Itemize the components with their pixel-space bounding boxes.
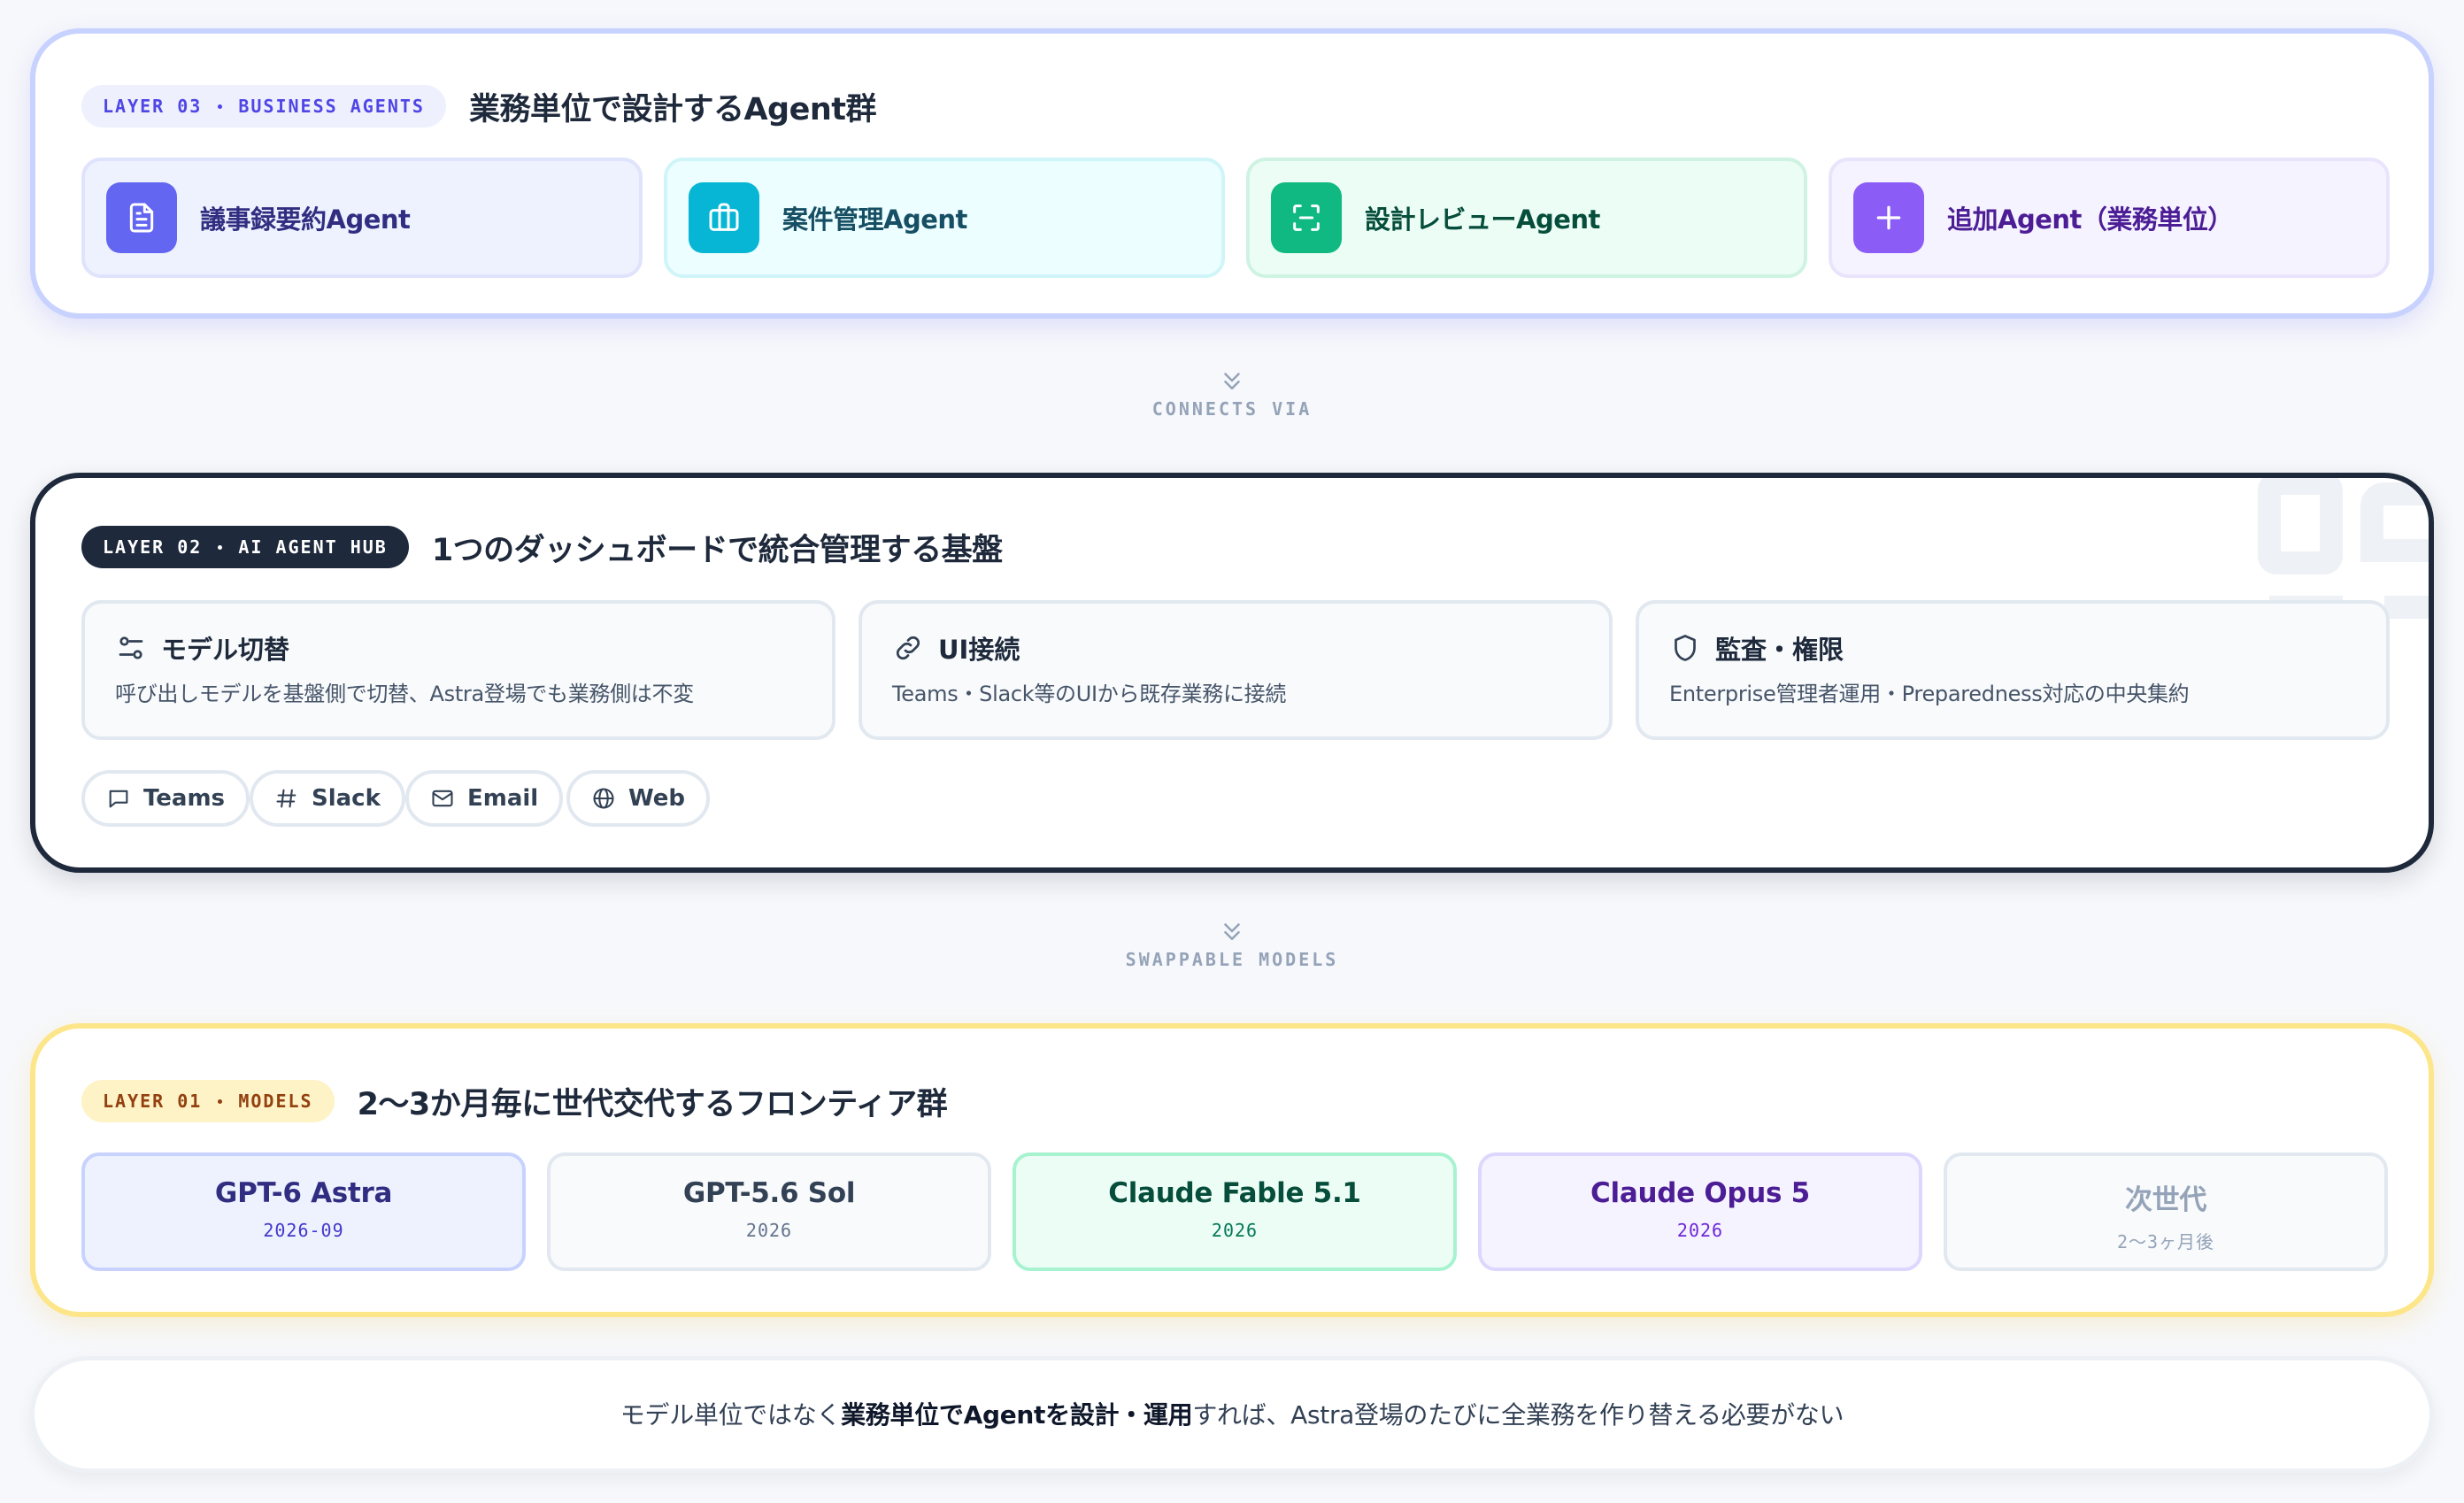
link-icon [896, 636, 920, 660]
feature-title: 監査・権限 [1715, 635, 1844, 665]
layer-03-badge: LAYER 03 BUSINESS AGENTS [81, 85, 446, 127]
layer-01-card: LAYER 01 MODELS 2〜3か月毎に世代交代するフロンティア群 GPT-… [30, 1023, 2434, 1317]
model-date: 2026 [1676, 1220, 1724, 1241]
connector-swappable-models: SWAPPABLE MODELS [0, 917, 2464, 970]
switch-icon [119, 636, 143, 659]
shield-icon [1675, 635, 1696, 661]
model-card-claude-opus[interactable]: Claude Opus 5 2026 [1478, 1152, 1922, 1271]
feature-title: モデル切替 [161, 635, 290, 665]
feature-description: 呼び出しモデルを基盤側で切替、Astra登場でも業務側は不変 [115, 682, 694, 706]
feature-card-model-switch: モデル切替 呼び出しモデルを基盤側で切替、Astra登場でも業務側は不変 [81, 600, 835, 740]
channel-label: Slack [312, 785, 381, 812]
mail-icon [432, 790, 453, 807]
agent-label: 案件管理Agent [782, 204, 967, 235]
model-name: Claude Fable 5.1 [1108, 1177, 1361, 1209]
model-name: GPT-6 Astra [214, 1177, 393, 1209]
model-date: 2026-09 [263, 1220, 344, 1241]
layer-01-title: 2〜3か月毎に世代交代するフロンティア群 [357, 1086, 948, 1122]
agent-label: 追加Agent（業務単位） [1947, 204, 2233, 235]
channel-chip-slack[interactable]: Slack [250, 770, 405, 827]
agent-card-minutes[interactable]: 議事録要約Agent [81, 158, 643, 278]
connector-connects-via: CONNECTS VIA [0, 366, 2464, 420]
layer-02-card: LAYER 02 AI AGENT HUB 1つのダッシュボードで統合管理する基盤… [30, 473, 2434, 873]
layer-03-header: LAYER 03 BUSINESS AGENTS 業務単位で設計するAgent群 [81, 85, 876, 127]
agent-card-project[interactable]: 案件管理Agent [664, 158, 1225, 278]
hash-icon [276, 789, 296, 808]
feature-title: UI接続 [938, 635, 1020, 665]
layer-03-title: 業務単位で設計するAgent群 [468, 91, 877, 127]
connector-label: CONNECTS VIA [1151, 398, 1313, 420]
connector-label: SWAPPABLE MODELS [1125, 949, 1339, 970]
feature-description: Enterprise管理者運用・Preparedness対応の中央集約 [1669, 682, 2190, 706]
model-card-claude-fable[interactable]: Claude Fable 5.1 2026 [1013, 1152, 1457, 1271]
chat-icon [109, 790, 128, 808]
channel-chip-teams[interactable]: Teams [81, 770, 250, 827]
plus-icon [1853, 182, 1924, 253]
summary-text: モデル単位ではなく業務単位でAgentを設計・運用すれば、Astra登場のたびに… [620, 1400, 1844, 1430]
feature-description: Teams・Slack等のUIから既存業務に接続 [892, 682, 1287, 706]
model-date: 2026 [1211, 1220, 1259, 1241]
model-name: 次世代 [2124, 1184, 2207, 1216]
channel-label: Teams [143, 785, 226, 812]
scan-icon [1271, 182, 1342, 253]
layer-01-badge: LAYER 01 MODELS [81, 1080, 335, 1122]
model-date: 2026 [745, 1220, 793, 1241]
channel-label: Email [467, 785, 539, 812]
channel-chip-web[interactable]: Web [566, 770, 710, 827]
agent-card-design-review[interactable]: 設計レビューAgent [1246, 158, 1807, 278]
summary-banner: モデル単位ではなく業務単位でAgentを設計・運用すれば、Astra登場のたびに… [30, 1356, 2434, 1473]
model-date: 2〜3ヶ月後 [2116, 1231, 2215, 1252]
feature-card-audit: 監査・権限 Enterprise管理者運用・Preparedness対応の中央集… [1636, 600, 2390, 740]
model-card-next-gen[interactable]: 次世代 2〜3ヶ月後 [1944, 1152, 2388, 1271]
agent-label: 議事録要約Agent [200, 204, 411, 235]
briefcase-icon [689, 182, 759, 253]
model-card-gpt56-sol[interactable]: GPT-5.6 Sol 2026 [547, 1152, 991, 1271]
agent-label: 設計レビューAgent [1365, 204, 1600, 235]
channel-chip-email[interactable]: Email [405, 770, 564, 827]
layer-02-header: LAYER 02 AI AGENT HUB 1つのダッシュボードで統合管理する基盤 [81, 526, 1003, 568]
globe-icon [593, 788, 614, 809]
document-icon [106, 182, 177, 253]
feature-card-ui-connect: UI接続 Teams・Slack等のUIから既存業務に接続 [859, 600, 1613, 740]
layer-02-title: 1つのダッシュボードで統合管理する基盤 [431, 532, 1003, 568]
agent-card-add[interactable]: 追加Agent（業務単位） [1829, 158, 2390, 278]
layer-01-header: LAYER 01 MODELS 2〜3か月毎に世代交代するフロンティア群 [81, 1080, 948, 1122]
layer-03-card: LAYER 03 BUSINESS AGENTS 業務単位で設計するAgent群 … [30, 28, 2434, 319]
model-card-gpt6-astra[interactable]: GPT-6 Astra 2026-09 [81, 1152, 526, 1271]
model-name: Claude Opus 5 [1590, 1177, 1810, 1209]
model-name: GPT-5.6 Sol [682, 1177, 856, 1209]
chevrons-down-icon [1224, 923, 1240, 940]
channel-label: Web [628, 785, 685, 812]
chevrons-down-icon [1224, 373, 1240, 389]
layer-02-badge: LAYER 02 AI AGENT HUB [81, 526, 409, 568]
